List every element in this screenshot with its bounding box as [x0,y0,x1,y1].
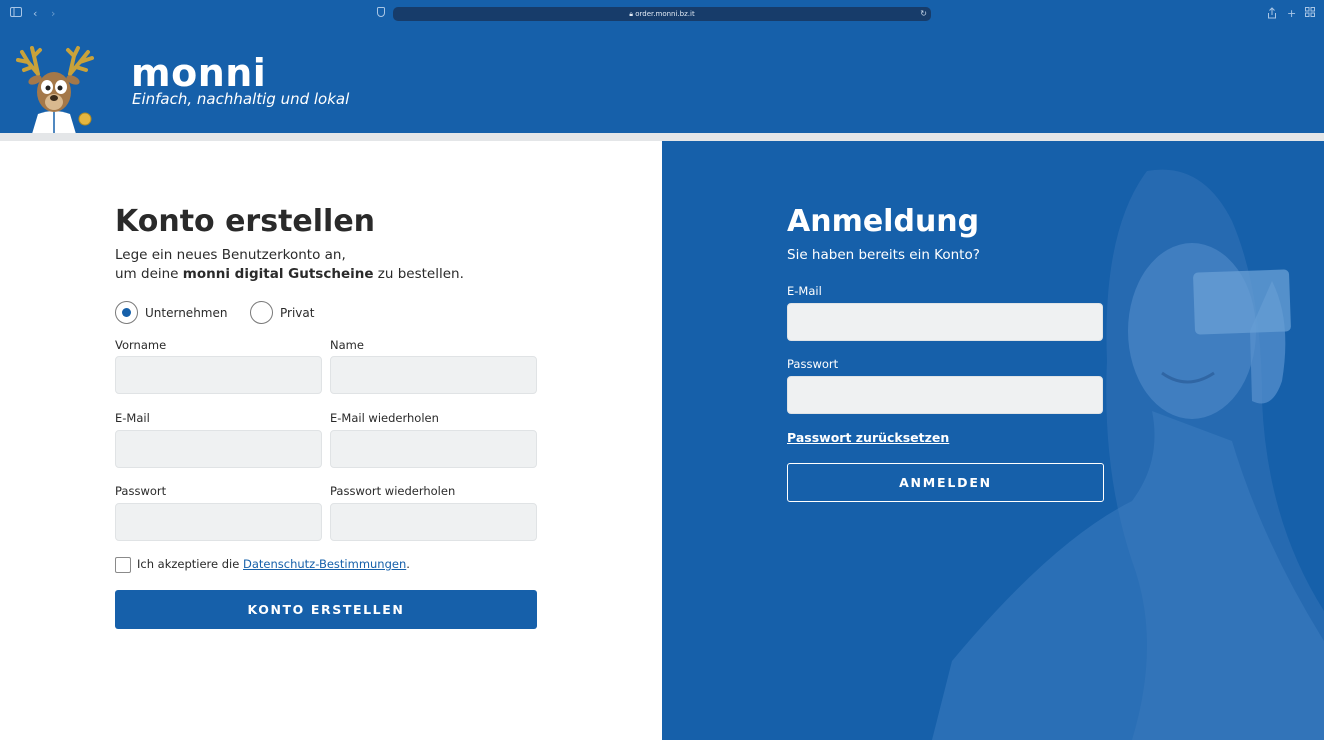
reload-icon[interactable]: ↻ [920,7,927,21]
password-repeat-label: Passwort wiederholen [330,484,456,498]
sidebar-toggle-icon[interactable] [10,7,22,21]
email-repeat-label: E-Mail wiederholen [330,411,439,425]
radio-company[interactable] [115,301,138,324]
email-repeat-input[interactable] [330,430,537,468]
login-email-input[interactable] [787,303,1103,341]
radio-company-label[interactable]: Unternehmen [145,305,227,321]
password-label: Passwort [115,484,167,498]
firstname-label: Vorname [115,338,167,352]
register-panel: Konto erstellen Lege ein neues Benutzerk… [0,141,662,740]
register-desc-bold: monni digital Gutscheine [182,266,374,282]
header-divider [0,133,1324,141]
lock-icon: 🔒︎ [629,10,634,18]
radio-private-label[interactable]: Privat [280,305,314,321]
password-repeat-input[interactable] [330,503,537,541]
register-desc-line2: um deine monni digital Gutscheine zu bes… [115,265,464,284]
share-icon[interactable] [1267,7,1277,23]
accept-post: . [406,557,410,571]
login-password-label: Passwort [787,357,839,371]
url-text: order.monni.bz.it [635,10,695,18]
forward-arrow-icon[interactable]: › [51,7,55,21]
tab-overview-icon[interactable] [1305,7,1315,21]
name-label: Name [330,338,364,352]
login-password-input[interactable] [787,376,1103,414]
accept-pre: Ich akzeptiere die [137,557,243,571]
address-bar[interactable]: 🔒︎ order.monni.bz.it ↻ [393,7,931,21]
reset-password-link[interactable]: Passwort zurücksetzen [787,429,949,446]
privacy-policy-link[interactable]: Datenschutz-Bestimmungen [243,557,406,571]
radio-private[interactable] [250,301,273,324]
email-input[interactable] [115,430,322,468]
brand-tagline: Einfach, nachhaltig und lokal [132,90,350,108]
deer-mascot-logo[interactable] [10,44,102,134]
privacy-checkbox[interactable] [115,557,131,573]
firstname-input[interactable] [115,356,322,394]
woman-holding-card-photo [932,169,1324,740]
login-panel: Anmeldung Sie haben bereits ein Konto? E… [662,141,1324,740]
login-subtitle: Sie haben bereits ein Konto? [787,247,980,263]
privacy-shield-icon[interactable] [377,7,385,17]
register-desc-post: zu bestellen. [373,266,464,282]
browser-toolbar: ‹ › 🔒︎ order.monni.bz.it ↻ + [0,0,1324,28]
register-desc-pre: um deine [115,266,183,282]
password-input[interactable] [115,503,322,541]
name-input[interactable] [330,356,537,394]
register-desc-line1: Lege ein neues Benutzerkonto an, [115,247,346,263]
email-label: E-Mail [115,411,150,425]
register-title: Konto erstellen [115,204,376,239]
new-tab-icon[interactable]: + [1287,7,1296,21]
radio-selected-dot [122,308,131,317]
login-title: Anmeldung [787,204,980,239]
back-arrow-icon[interactable]: ‹ [33,7,37,21]
login-button[interactable]: ANMELDEN [787,463,1104,502]
register-description: Lege ein neues Benutzerkonto an, um dein… [115,246,464,284]
privacy-accept-text: Ich akzeptiere die Datenschutz-Bestimmun… [137,557,410,572]
login-email-label: E-Mail [787,284,822,298]
create-account-button[interactable]: KONTO ERSTELLEN [115,590,537,629]
site-header: monni Einfach, nachhaltig und lokal [0,28,1324,134]
